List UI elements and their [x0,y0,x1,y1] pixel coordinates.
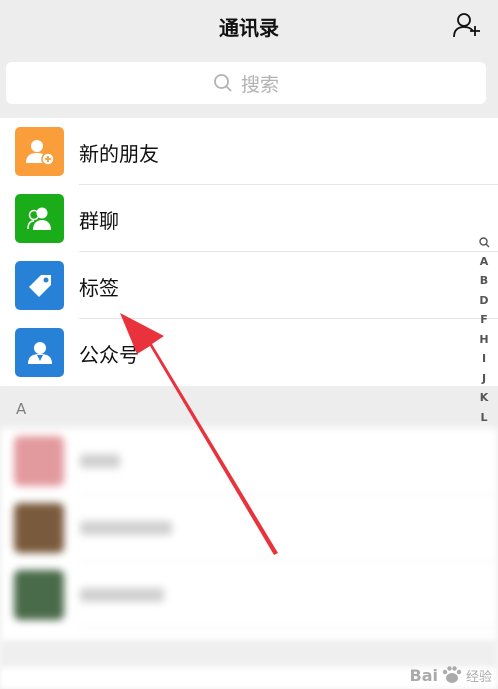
menu-label-new-friends: 新的朋友 [79,142,159,166]
index-letter[interactable]: D [476,291,492,311]
alphabet-index-bar[interactable]: A B D F H I J K L [476,232,492,427]
section-letter: A [16,400,27,418]
index-letter[interactable]: K [476,388,492,408]
index-letter[interactable]: A [476,252,492,272]
function-list: 新的朋友 群聊 标签 公众号 [0,118,498,386]
search-bar: 搜索 [0,52,498,118]
section-header-a: A [0,388,498,428]
menu-label-group-chat: 群聊 [79,209,119,233]
official-accounts-item[interactable]: 公众号 [0,319,498,386]
contact-row[interactable] [0,428,498,495]
add-contact-button[interactable] [452,10,482,40]
top-bar: 通讯录 [0,0,498,52]
contact-row[interactable] [0,495,498,562]
new-friends-item[interactable]: 新的朋友 [0,118,498,185]
blurred-section-header [0,640,498,668]
page-title: 通讯录 [219,16,279,40]
tags-item[interactable]: 标签 [0,252,498,319]
group-chat-item[interactable]: 群聊 [0,185,498,252]
index-letter[interactable]: F [476,310,492,330]
contact-list [0,428,498,668]
avatar [14,570,64,620]
index-search-icon[interactable] [476,232,492,252]
avatar [14,436,64,486]
index-letter[interactable]: H [476,330,492,350]
paw-icon [442,666,462,683]
index-letter[interactable]: I [476,349,492,369]
search-placeholder: 搜索 [240,73,279,96]
new-friend-icon [15,127,64,176]
group-chat-icon [15,194,64,243]
search-input[interactable]: 搜索 [6,62,486,104]
contact-name-redacted [80,454,120,468]
search-icon [214,74,232,92]
watermark-sub: 经验 [465,669,492,685]
watermark-text: Bai [409,665,438,685]
contact-name-redacted [80,521,172,535]
contact-row[interactable] [0,562,498,629]
index-letter[interactable]: B [476,271,492,291]
menu-label-tags: 标签 [79,276,119,300]
official-account-icon [15,328,64,377]
index-letter[interactable]: L [476,408,492,428]
baidu-watermark: Bai 经验 [410,665,493,685]
tag-icon [15,261,64,310]
divider [79,628,498,629]
index-letter[interactable]: J [476,369,492,389]
menu-label-official-accounts: 公众号 [79,343,139,367]
add-contact-icon [453,13,480,38]
avatar [14,503,64,553]
contact-name-redacted [80,588,164,602]
